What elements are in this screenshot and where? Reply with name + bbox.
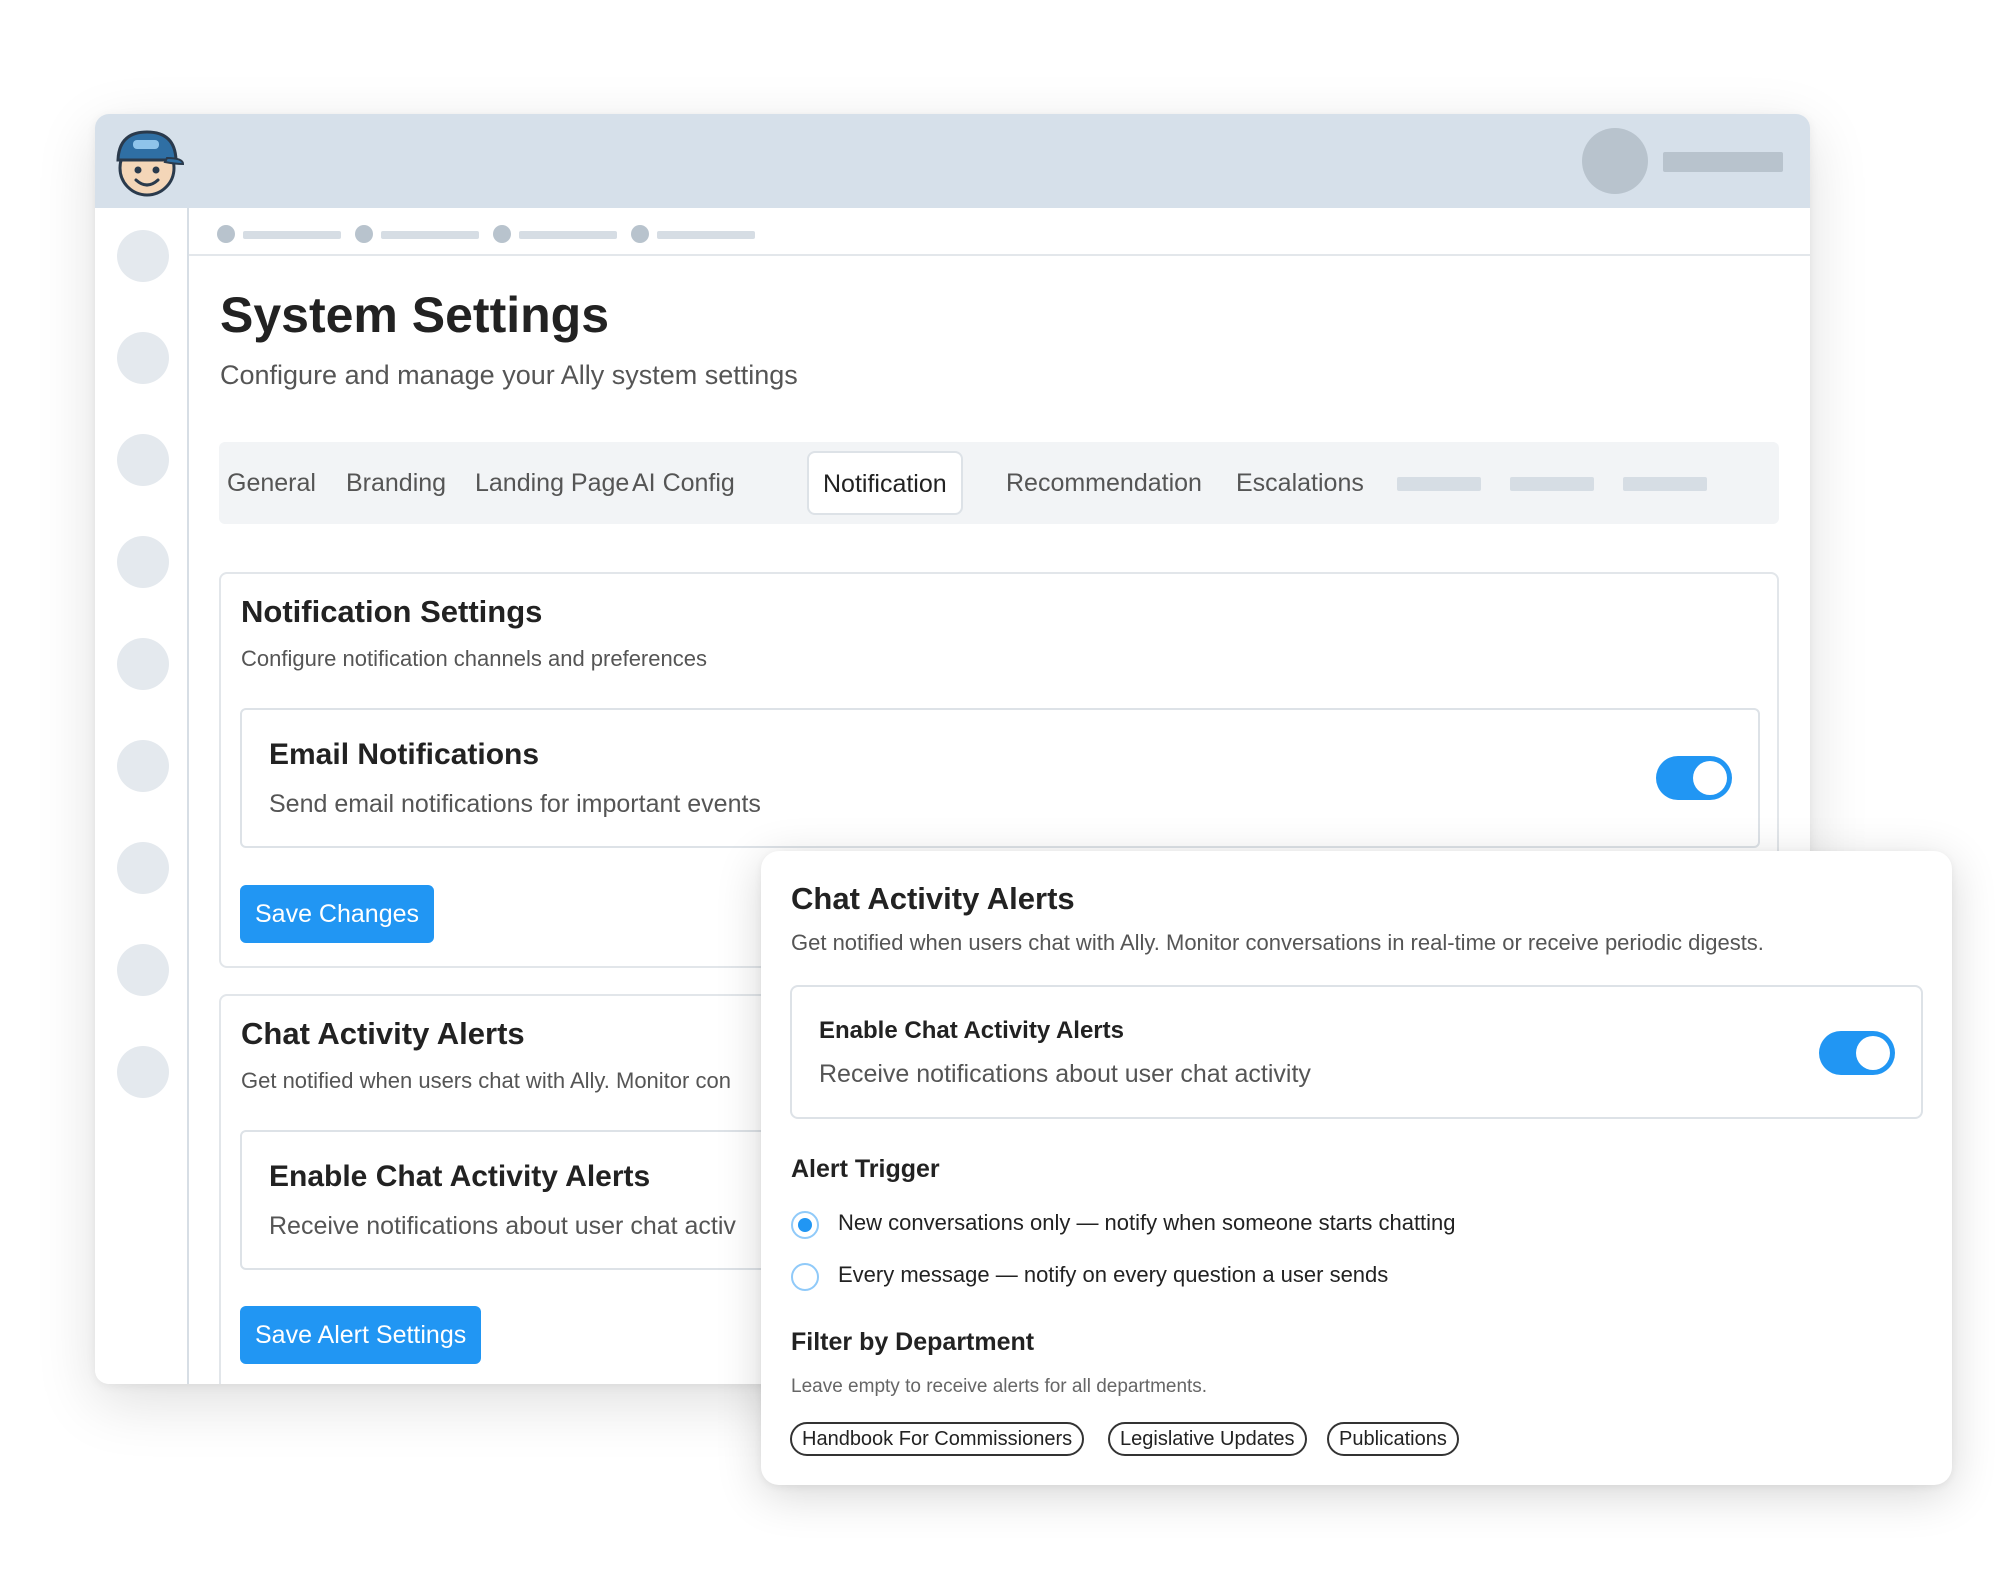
- radio-label: Every message — notify on every question…: [838, 1262, 1389, 1287]
- sidebar-nav-item[interactable]: [117, 230, 169, 282]
- tab-branding[interactable]: Branding: [346, 442, 446, 524]
- radio-new-conversations[interactable]: New conversations only — notify when som…: [791, 1209, 1591, 1241]
- email-notifications-toggle[interactable]: [1656, 756, 1732, 800]
- breadcrumb-dot: [493, 225, 511, 243]
- tab-placeholder[interactable]: [1397, 477, 1481, 491]
- sidebar-nav-item[interactable]: [117, 638, 169, 690]
- sidebar-nav-item[interactable]: [117, 332, 169, 384]
- popup-title: Chat Activity Alerts: [791, 881, 1075, 916]
- department-chip[interactable]: Publications: [1327, 1422, 1459, 1456]
- tab-notification[interactable]: Notification: [807, 451, 963, 515]
- enable-chat-alerts-panel: Enable Chat Activity Alerts Receive noti…: [790, 985, 1923, 1119]
- enable-chat-alerts-description: Receive notifications about user chat ac…: [269, 1212, 736, 1240]
- toggle-knob: [1856, 1036, 1890, 1070]
- popup-subtitle: Get notified when users chat with Ally. …: [791, 930, 1764, 955]
- breadcrumb-dot: [631, 225, 649, 243]
- email-notifications-title: Email Notifications: [269, 738, 540, 771]
- radio-button[interactable]: [791, 1263, 819, 1291]
- chat-activity-alerts-popup: Chat Activity Alerts Get notified when u…: [761, 851, 1952, 1485]
- alert-trigger-label: Alert Trigger: [791, 1155, 940, 1183]
- breadcrumb-dot: [217, 225, 235, 243]
- sidebar-nav-item[interactable]: [117, 1046, 169, 1098]
- breadcrumb: [189, 208, 1810, 256]
- card-title: Notification Settings: [241, 594, 543, 629]
- filter-department-label: Filter by Department: [791, 1328, 1035, 1356]
- toggle-knob: [1693, 761, 1727, 795]
- tab-placeholder[interactable]: [1510, 477, 1594, 491]
- mascot-logo-icon[interactable]: [109, 124, 185, 200]
- sidebar-nav-item[interactable]: [117, 536, 169, 588]
- radio-every-message[interactable]: Every message — notify on every question…: [791, 1261, 1591, 1293]
- card-title: Chat Activity Alerts: [241, 1016, 525, 1051]
- tab-placeholder[interactable]: [1623, 477, 1707, 491]
- settings-tab-bar: General Branding Landing Page AI Config …: [219, 442, 1779, 524]
- enable-chat-alerts-title: Enable Chat Activity Alerts: [819, 1017, 1124, 1044]
- sidebar-nav-item[interactable]: [117, 434, 169, 486]
- filter-department-hint: Leave empty to receive alerts for all de…: [791, 1376, 1208, 1397]
- tab-escalations[interactable]: Escalations: [1236, 442, 1364, 524]
- user-name-placeholder: [1663, 152, 1783, 172]
- tab-ai-config[interactable]: AI Config: [632, 442, 735, 524]
- save-changes-button[interactable]: Save Changes: [240, 885, 435, 943]
- enable-chat-alerts-title: Enable Chat Activity Alerts: [269, 1160, 651, 1193]
- card-subtitle: Get notified when users chat with Ally. …: [241, 1068, 731, 1093]
- page-subtitle: Configure and manage your Ally system se…: [220, 360, 798, 390]
- department-chip[interactable]: Legislative Updates: [1108, 1422, 1307, 1456]
- page-title: System Settings: [220, 287, 610, 343]
- tab-general[interactable]: General: [227, 442, 316, 524]
- enable-chat-alerts-description: Receive notifications about user chat ac…: [819, 1060, 1311, 1088]
- save-alert-settings-button[interactable]: Save Alert Settings: [240, 1306, 482, 1364]
- breadcrumb-placeholder[interactable]: [243, 231, 341, 239]
- sidebar-nav-item[interactable]: [117, 944, 169, 996]
- card-subtitle: Configure notification channels and pref…: [241, 646, 707, 671]
- top-bar: [95, 114, 1810, 208]
- tab-recommendation[interactable]: Recommendation: [1006, 442, 1202, 524]
- sidebar-nav-item[interactable]: [117, 740, 169, 792]
- radio-label: New conversations only — notify when som…: [838, 1210, 1456, 1235]
- enable-chat-alerts-toggle[interactable]: [1819, 1031, 1895, 1075]
- radio-button-selected[interactable]: [791, 1211, 819, 1239]
- breadcrumb-placeholder[interactable]: [657, 231, 755, 239]
- breadcrumb-placeholder[interactable]: [381, 231, 479, 239]
- user-avatar[interactable]: [1582, 128, 1648, 194]
- email-notifications-description: Send email notifications for important e…: [269, 790, 761, 818]
- sidebar-nav-item[interactable]: [117, 842, 169, 894]
- email-notifications-row: Email Notifications Send email notificat…: [240, 708, 1760, 848]
- breadcrumb-placeholder[interactable]: [519, 231, 617, 239]
- department-chip[interactable]: Handbook For Commissioners: [790, 1422, 1085, 1456]
- sidebar: [95, 208, 189, 1384]
- breadcrumb-dot: [355, 225, 373, 243]
- tab-landing-page[interactable]: Landing Page: [475, 442, 629, 524]
